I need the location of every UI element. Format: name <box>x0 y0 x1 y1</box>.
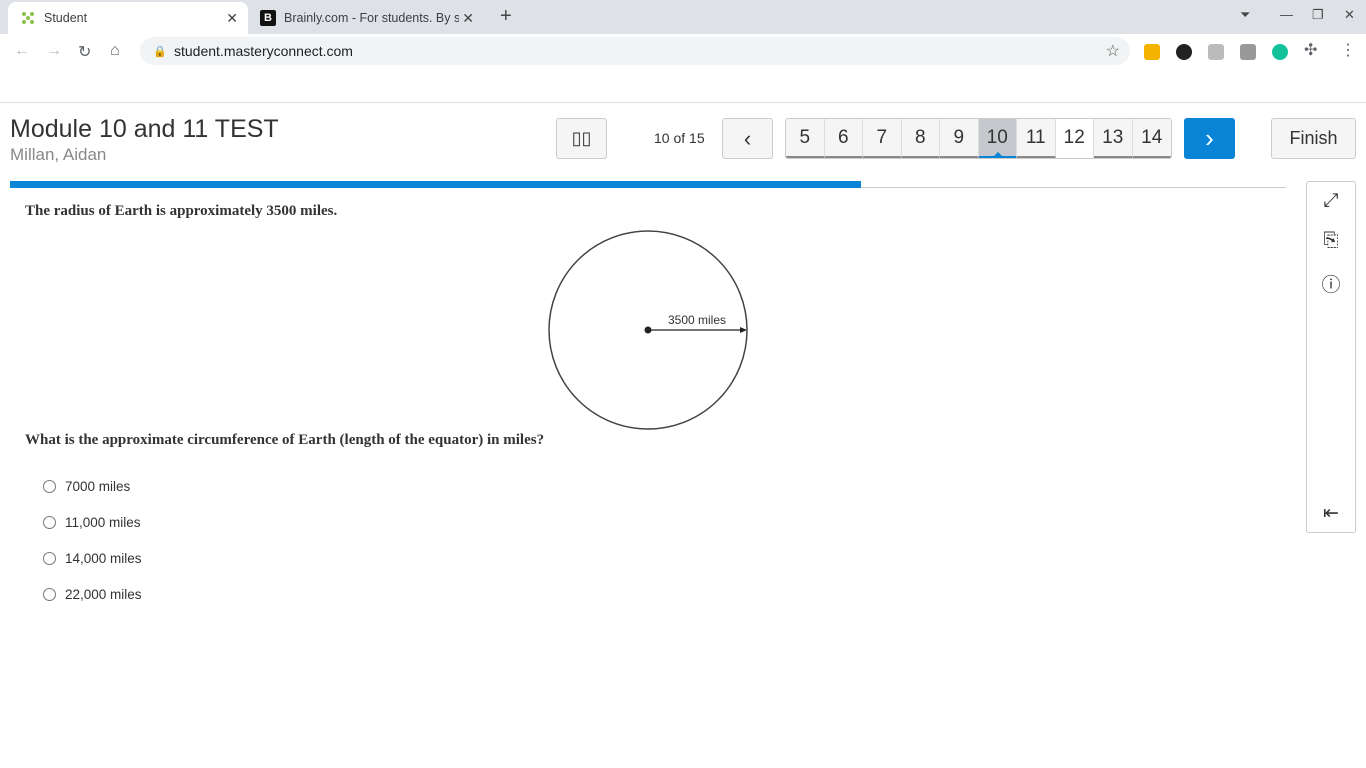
student-name: Millan, Aidan <box>10 145 107 164</box>
question-navigator: 5 6 7 8 9 10 11 12 13 14 <box>785 118 1172 159</box>
chevron-right-icon: › <box>1205 123 1214 153</box>
close-tab-icon[interactable]: ✕ <box>226 10 238 27</box>
extensions-puzzle-icon[interactable]: ✣ <box>1304 40 1317 60</box>
circle-diagram: 3500 miles <box>548 230 748 430</box>
url-text: student.masteryconnect.com <box>174 43 353 59</box>
question-12[interactable]: 12 <box>1055 119 1094 158</box>
accessibility-icon[interactable]: ⓘ <box>1307 270 1355 297</box>
address-bar[interactable]: 🔒 student.masteryconnect.com ☆ <box>140 37 1130 65</box>
question-10[interactable]: 10 <box>978 119 1017 158</box>
lock-icon: 🔒 <box>153 45 167 58</box>
tab-student[interactable]: Student ✕ <box>8 2 248 34</box>
question-9[interactable]: 9 <box>940 119 979 158</box>
answer-option[interactable]: 14,000 miles <box>43 551 142 566</box>
question-6[interactable]: 6 <box>824 119 863 158</box>
question-counter: 10 of 15 <box>654 130 705 146</box>
mastery-connect-icon <box>20 10 36 26</box>
radius-arrow <box>740 327 747 333</box>
bookmark-star-icon[interactable]: ☆ <box>1106 41 1120 61</box>
question-intro: The radius of Earth is approximately 350… <box>25 203 338 219</box>
radio-button[interactable] <box>43 480 56 493</box>
tab-title: Student <box>44 11 88 25</box>
minimize-icon[interactable]: — <box>1280 7 1293 22</box>
collapse-sidebar-icon[interactable]: ⇤ <box>1307 502 1355 525</box>
option-label: 11,000 miles <box>65 515 141 530</box>
menu-kebab-icon[interactable]: ⋮ <box>1340 40 1356 60</box>
reference-search-icon[interactable]: ⎘ <box>1307 230 1355 252</box>
radio-button[interactable] <box>43 552 56 565</box>
pause-icon: ▯▯ <box>571 128 592 148</box>
answer-option[interactable]: 7000 miles <box>43 479 130 494</box>
expand-icon[interactable]: ⤢ <box>1307 190 1355 212</box>
new-tab-icon[interactable]: + <box>500 5 512 28</box>
question-prompt: What is the approximate circumference of… <box>25 432 545 448</box>
close-window-icon[interactable]: ✕ <box>1344 7 1355 23</box>
divider <box>0 102 1366 103</box>
option-label: 22,000 miles <box>65 587 142 602</box>
question-11[interactable]: 11 <box>1017 119 1056 158</box>
answer-option[interactable]: 22,000 miles <box>43 587 142 602</box>
home-icon[interactable]: ⌂ <box>110 42 120 60</box>
tab-title: Brainly.com - For students. By st <box>284 11 459 25</box>
browser-tab-bar: Student ✕ B Brainly.com - For students. … <box>0 0 1366 34</box>
dark-mode-extension-icon[interactable] <box>1176 44 1192 60</box>
pause-button[interactable]: ▯▯ <box>556 118 607 159</box>
classroom-extension-icon[interactable] <box>1144 44 1160 60</box>
finish-button[interactable]: Finish <box>1271 118 1356 159</box>
question-5[interactable]: 5 <box>786 119 825 158</box>
answer-option[interactable]: 11,000 miles <box>43 515 141 530</box>
question-14[interactable]: 14 <box>1132 119 1171 158</box>
forward-icon[interactable]: → <box>46 42 62 60</box>
extension-icon[interactable] <box>1240 44 1256 60</box>
browser-toolbar: ← → ↻ ⌂ 🔒 student.masteryconnect.com ☆ ✣… <box>0 34 1366 68</box>
tab-brainly[interactable]: B Brainly.com - For students. By st ✕ <box>252 2 484 34</box>
option-label: 14,000 miles <box>65 551 142 566</box>
brainly-icon: B <box>260 10 276 26</box>
next-button[interactable]: › <box>1184 118 1235 159</box>
extension-icon[interactable] <box>1208 44 1224 60</box>
question-7[interactable]: 7 <box>863 119 902 158</box>
restore-icon[interactable]: ❐ <box>1312 7 1324 23</box>
back-icon[interactable]: ← <box>14 42 30 60</box>
close-tab-icon[interactable]: ✕ <box>462 10 474 27</box>
reload-icon[interactable]: ↻ <box>78 42 91 62</box>
previous-button[interactable]: ‹ <box>722 118 773 159</box>
grammarly-icon[interactable] <box>1272 44 1288 60</box>
question-8[interactable]: 8 <box>901 119 940 158</box>
radius-label: 3500 miles <box>668 313 726 327</box>
tab-search-icon[interactable]: ⏷ <box>1240 7 1250 23</box>
option-label: 7000 miles <box>65 479 131 494</box>
tools-sidebar: ⤢ ⎘ ⓘ ⇤ <box>1306 181 1356 533</box>
radio-button[interactable] <box>43 516 56 529</box>
progress-bar <box>10 181 862 188</box>
question-13[interactable]: 13 <box>1094 119 1133 158</box>
radio-button[interactable] <box>43 588 56 601</box>
test-title: Module 10 and 11 TEST <box>10 115 279 143</box>
chevron-left-icon: ‹ <box>743 125 752 151</box>
